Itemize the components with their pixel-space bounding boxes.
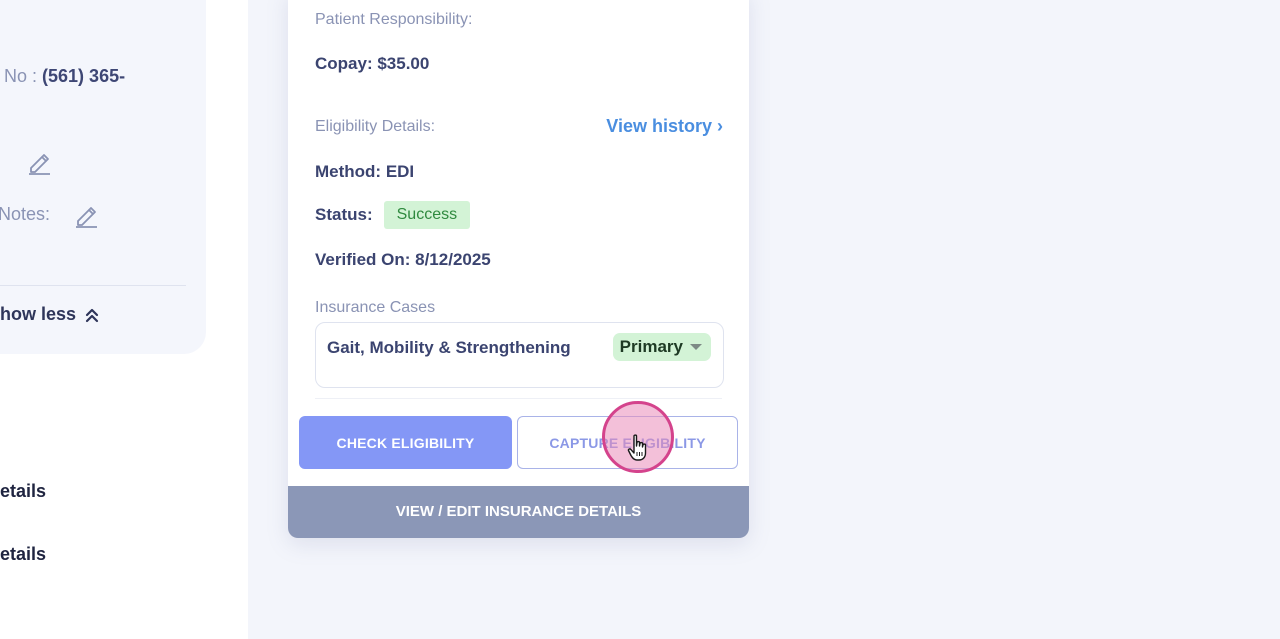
left-pane: No : (561) 365- : Notes: how less etails… xyxy=(0,0,248,639)
view-history-label: View history xyxy=(606,116,712,136)
status-badge: Success xyxy=(383,201,471,229)
case-priority-dropdown[interactable]: Primary xyxy=(612,333,711,361)
view-edit-insurance-button[interactable]: VIEW / EDIT INSURANCE DETAILS xyxy=(288,486,749,538)
insurance-cases-label: Insurance Cases xyxy=(315,299,436,316)
method-value: Method: EDI xyxy=(315,162,415,181)
details-link-2[interactable]: etails xyxy=(0,544,46,565)
copay-value: Copay: $35.00 xyxy=(315,54,430,73)
caret-down-icon xyxy=(690,344,702,350)
status-label: Status: xyxy=(315,205,373,224)
status-row: Status: Success xyxy=(315,201,471,229)
check-eligibility-button[interactable]: CHECK ELIGIBILITY xyxy=(299,416,512,469)
pencil-icon[interactable] xyxy=(26,149,52,175)
verified-on-value: Verified On: 8/12/2025 xyxy=(315,250,491,269)
phone-label: No : xyxy=(4,66,38,86)
show-less-toggle[interactable]: how less xyxy=(0,304,99,325)
show-less-label: how less xyxy=(0,304,77,324)
patient-responsibility-label: Patient Responsibility: xyxy=(315,11,473,28)
view-history-link[interactable]: View history › xyxy=(606,116,723,137)
patient-info-card xyxy=(0,0,206,354)
case-priority-label: Primary xyxy=(619,337,683,356)
pencil-icon[interactable] xyxy=(73,202,99,228)
phone-row: No : (561) 365- xyxy=(4,66,125,87)
notes-label: Notes: xyxy=(0,204,51,224)
divider xyxy=(315,398,722,399)
capture-eligibility-button[interactable]: CAPTURE ELIGIBILITY xyxy=(517,416,738,469)
phone-value: (561) 365- xyxy=(42,66,126,86)
divider xyxy=(0,285,186,286)
double-chevron-up-icon xyxy=(85,309,99,323)
chevron-right-icon: › xyxy=(717,116,723,136)
details-link-1[interactable]: etails xyxy=(0,481,46,502)
insurance-case-item[interactable]: Gait, Mobility & Strengthening Primary xyxy=(315,322,724,388)
eligibility-details-label: Eligibility Details: xyxy=(315,118,436,135)
insurance-card: Patient Responsibility: Copay: $35.00 El… xyxy=(288,0,749,538)
case-name: Gait, Mobility & Strengthening xyxy=(327,338,571,357)
field-label-1: : xyxy=(0,151,1,172)
